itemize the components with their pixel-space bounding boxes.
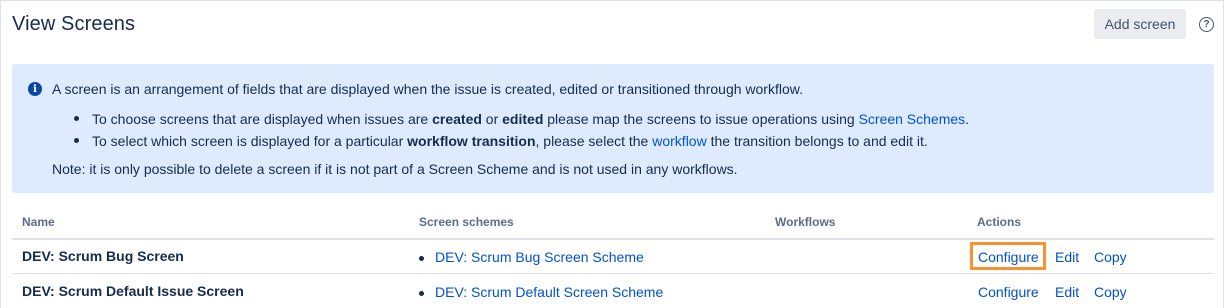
copy-link[interactable]: Copy: [1094, 249, 1127, 265]
bullet-bold-workflow-transition: workflow transition: [407, 133, 536, 149]
edit-link[interactable]: Edit: [1055, 284, 1079, 300]
bullet-text: the transition belongs to and edit it.: [706, 133, 928, 149]
screen-name: DEV: Scrum Bug Screen: [22, 248, 184, 264]
workflow-link[interactable]: workflow: [652, 133, 706, 149]
info-main-text: A screen is an arrangement of fields tha…: [52, 81, 803, 97]
bullet-bold-created: created: [432, 111, 482, 127]
screen-schemes-link[interactable]: Screen Schemes: [859, 111, 966, 127]
table-header-divider: [12, 238, 1214, 240]
configure-highlight-box: [970, 242, 1046, 270]
info-icon: i: [28, 82, 42, 96]
column-header-name: Name: [22, 215, 55, 229]
add-screen-button[interactable]: Add screen: [1094, 9, 1186, 39]
bullet-bold-edited: edited: [502, 111, 544, 127]
bullet-text: To choose screens that are displayed whe…: [92, 111, 433, 127]
configure-link[interactable]: Configure: [978, 284, 1039, 300]
screen-scheme-link[interactable]: DEV: Scrum Default Screen Scheme: [435, 284, 663, 300]
edit-link[interactable]: Edit: [1055, 249, 1079, 265]
info-bullet-workflow: To select which screen is displayed for …: [74, 132, 969, 154]
screen-name: DEV: Scrum Default Issue Screen: [22, 283, 244, 299]
column-header-actions: Actions: [977, 215, 1022, 229]
screen-scheme-link[interactable]: DEV: Scrum Bug Screen Scheme: [435, 249, 644, 265]
bullet-dot: [419, 256, 424, 261]
column-header-workflows: Workflows: [775, 215, 836, 229]
copy-link[interactable]: Copy: [1094, 284, 1127, 300]
bullet-text: .: [965, 111, 970, 127]
row-divider: [12, 273, 1214, 274]
info-bullet-screen-schemes: To choose screens that are displayed whe…: [74, 110, 969, 132]
bullet-dot: [419, 291, 424, 296]
info-message-panel: i A screen is an arrangement of fields t…: [12, 64, 1214, 193]
page-title: View Screens: [12, 13, 136, 35]
info-bullet-list: To choose screens that are displayed whe…: [74, 110, 969, 154]
bullet-text: To select which screen is displayed for …: [92, 133, 408, 149]
info-note: Note: it is only possible to delete a sc…: [52, 161, 738, 177]
bullet-text: , please select the: [535, 133, 653, 149]
bullet-text: please map the screens to issue operatio…: [543, 111, 859, 127]
bullet-text: or: [481, 111, 503, 127]
column-header-screen-schemes: Screen schemes: [419, 215, 514, 229]
help-icon[interactable]: ?: [1199, 17, 1214, 32]
